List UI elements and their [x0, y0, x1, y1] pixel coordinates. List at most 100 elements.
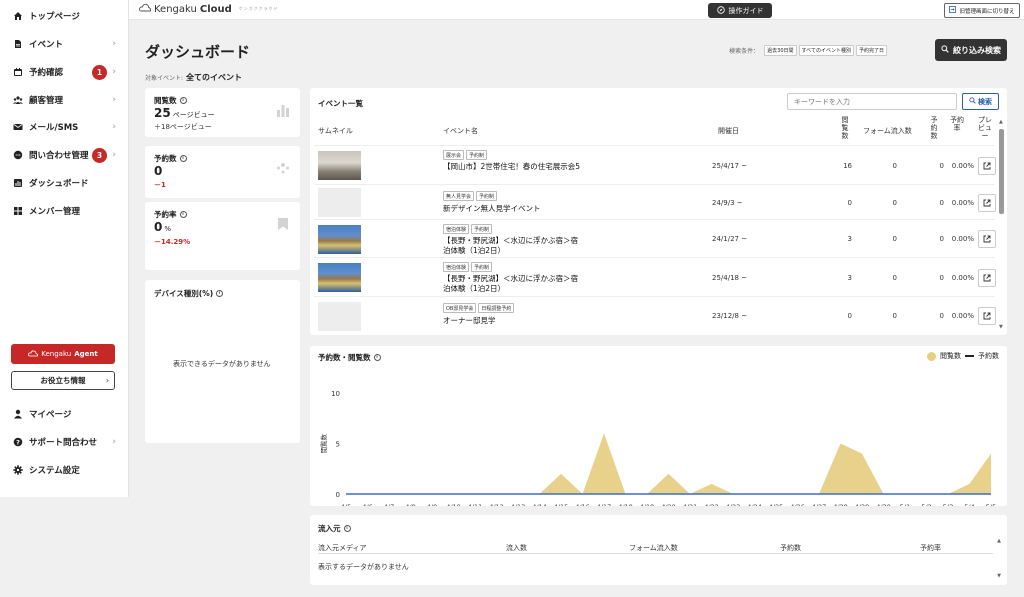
compass-icon [716, 5, 725, 16]
bookings-stat-card: 予約数 i 0 －1 [145, 146, 300, 198]
sidebar-item-inquiries[interactable]: 問い合わせ管理 3 › [0, 142, 129, 168]
sidebar-item-label: 予約確認 [29, 68, 64, 78]
event-rate: 0.00% [951, 235, 974, 243]
preview-button[interactable] [978, 156, 996, 175]
sidebar-item-reservations[interactable]: 予約確認 1 › [0, 59, 129, 85]
scroll-up-icon[interactable]: ▲ [999, 119, 1003, 125]
sidebar-item-label: メンバー管理 [29, 207, 81, 217]
info-icon[interactable]: i [179, 97, 187, 104]
sidebar-item-mypage[interactable]: マイページ [0, 401, 129, 427]
cloud-icon [28, 350, 39, 359]
event-name[interactable]: 【長野・野尻湖】＜水辺に浮かぶ宿＞宿泊体験（1泊2日） [443, 274, 583, 294]
agent-button-prefix: Kengaku [41, 350, 72, 358]
svg-text:?: ? [16, 438, 20, 446]
event-name[interactable]: 【岡山市】2世帯住宅！春の住宅展示会5 [443, 162, 583, 172]
grid-icon [13, 206, 23, 216]
scroll-up-icon[interactable]: ▲ [997, 538, 1001, 544]
info-icon[interactable]: i [343, 525, 351, 532]
x-tick-label: 4/26 [790, 503, 805, 506]
preview-button[interactable] [978, 307, 996, 325]
switch-old-admin-button[interactable]: 旧管理画面に切り替え [944, 3, 1020, 18]
scrollbar-thumb[interactable] [999, 129, 1004, 214]
column-header-event-name: イベント名 [443, 127, 478, 135]
event-date: 25/4/18 ~ [712, 273, 748, 282]
preview-button[interactable] [978, 193, 996, 212]
y-tick-label: 10 [331, 390, 340, 398]
operation-guide-button[interactable]: 操作ガイド [708, 3, 772, 18]
scroll-down-icon[interactable]: ▼ [997, 573, 1001, 579]
event-thumbnail [318, 188, 361, 217]
traffic-source-title: 流入元 i [318, 523, 351, 534]
tips-button[interactable]: お役立ち情報 › [11, 371, 115, 390]
help-icon: ? [13, 437, 23, 447]
external-link-icon [983, 199, 991, 206]
search-icon [941, 45, 949, 55]
sidebar-item-top[interactable]: トップページ [0, 3, 129, 29]
notification-badge: 1 [92, 64, 107, 80]
x-tick-label: 4/27 [812, 503, 827, 506]
views-value-unit: ページビュー [172, 111, 215, 119]
event-list-scrollbar[interactable]: ▲ ▼ [999, 119, 1004, 330]
device-card-title: デバイス種別(%) i [154, 288, 224, 299]
preview-button[interactable] [978, 268, 996, 287]
info-icon[interactable]: i [179, 155, 187, 162]
views-area-series [346, 433, 991, 494]
event-tags: OB邸見学会 日程調整予約 [443, 303, 515, 313]
sidebar-item-customers[interactable]: 顧客管理 › [0, 87, 129, 113]
x-tick-label: 4/24 [747, 503, 762, 506]
x-tick-label: 4/23 [726, 503, 741, 506]
event-thumbnail [318, 151, 361, 180]
rate-value-number: 0 [154, 220, 163, 234]
bar-chart-icon [277, 105, 289, 117]
bookings-stat-title: 予約数 i [154, 153, 187, 164]
preview-button[interactable] [978, 230, 996, 248]
app-logo[interactable]: Kengaku Cloud ケンガククラウド [139, 3, 279, 15]
sidebar-item-mail[interactable]: メール/SMS › [0, 114, 129, 140]
event-date: 24/9/3 ~ [712, 198, 743, 207]
bookings-stat-value: 0 [154, 164, 163, 178]
column-header-views: 閲覧数 [841, 116, 849, 140]
device-empty-message: 表示できるデータがありません [173, 360, 271, 368]
x-tick-label: 4/7 [384, 503, 394, 506]
sidebar-item-support[interactable]: ? サポート問合わせ › [0, 429, 129, 455]
bookings-title-text: 予約数 [154, 154, 177, 163]
keyword-search-input[interactable] [787, 93, 957, 110]
event-tag: 予約制 [476, 191, 498, 201]
table-row[interactable]: 宿泊体験 予約制 【長野・野尻湖】＜水辺に浮かぶ宿＞宿泊体験（1泊2日） 25/4/1… [314, 257, 996, 296]
info-icon[interactable]: i [216, 290, 224, 297]
y-tick-label: 0 [336, 491, 340, 499]
event-views: 3 [847, 273, 852, 282]
table-row[interactable]: 無人見学会 予約制 新デザイン無人見学イベント 24/9/3 ~0 0 0 0.00% [314, 184, 996, 219]
event-name[interactable]: オーナー邸見学 [443, 316, 583, 326]
sidebar-item-settings[interactable]: システム設定 [0, 457, 129, 483]
event-tags: 展示会 予約制 [443, 150, 488, 160]
target-event: 対象イベント: 全てのイベント [145, 72, 242, 83]
x-tick-label: 4/28 [833, 503, 848, 506]
logo-subtitle: ケンガククラウド [238, 6, 279, 11]
column-header-rate: 予約率 [950, 116, 964, 132]
kengaku-agent-button[interactable]: Kengaku Agent [11, 344, 115, 364]
divider [318, 553, 993, 554]
rate-title-text: 予約率 [154, 210, 177, 219]
filter-search-button[interactable]: 絞り込み検索 [935, 39, 1007, 61]
event-name[interactable]: 新デザイン無人見学イベント [443, 204, 583, 214]
scroll-down-icon[interactable]: ▼ [999, 324, 1003, 330]
x-tick-label: 5/5 [986, 503, 996, 506]
target-event-label: 対象イベント: [145, 75, 184, 82]
event-form-inflow: 0 [892, 273, 897, 282]
sidebar-item-label: ダッシュボード [29, 179, 89, 189]
table-row[interactable]: 展示会 予約制 【岡山市】2世帯住宅！春の住宅展示会5 25/4/17 ~16 0 0 0.… [314, 145, 996, 184]
sidebar-item-event[interactable]: イベント › [0, 31, 129, 57]
table-row[interactable]: OB邸見学会 日程調整予約 オーナー邸見学 23/12/8 ~0 0 0 0.00% [314, 296, 996, 334]
keyword-search-button[interactable]: 検索 [962, 93, 999, 110]
sidebar-item-members[interactable]: メンバー管理 [0, 198, 129, 224]
info-icon[interactable]: i [179, 211, 187, 218]
x-tick-label: 4/9 [427, 503, 437, 506]
traffic-source-title-text: 流入元 [318, 524, 341, 533]
x-tick-label: 4/13 [511, 503, 526, 506]
search-icon [969, 97, 976, 106]
sidebar-item-dashboard[interactable]: ダッシュボード [0, 170, 129, 196]
event-name[interactable]: 【長野・野尻湖】＜水辺に浮かぶ宿＞宿泊体験（1泊2日） [443, 236, 583, 256]
x-tick-label: 4/19 [640, 503, 655, 506]
table-row[interactable]: 宿泊体験 予約制 【長野・野尻湖】＜水辺に浮かぶ宿＞宿泊体験（1泊2日） 24/1/2… [314, 219, 996, 257]
